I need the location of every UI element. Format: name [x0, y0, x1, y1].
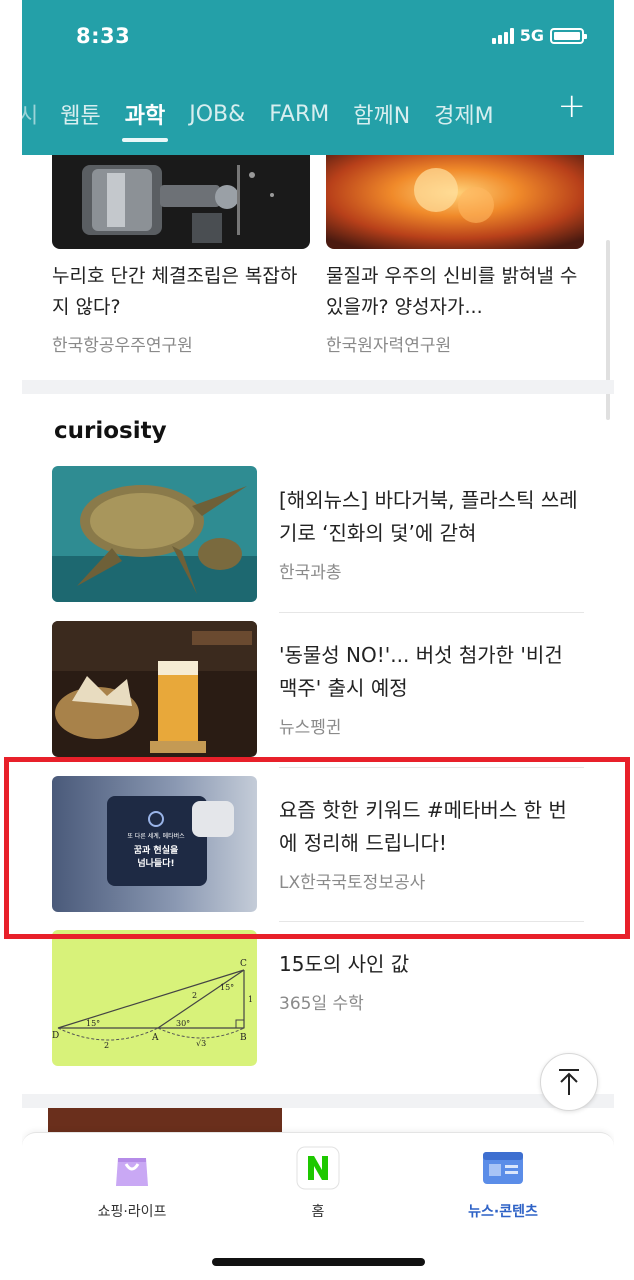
- top-card-title: 누리호 단간 체결조립은 복잡하지 않다?: [52, 265, 298, 318]
- label-b: B: [240, 1033, 247, 1043]
- label-c: C: [240, 959, 247, 969]
- tab-science[interactable]: 과학: [121, 98, 169, 142]
- tab-job[interactable]: JOB&: [189, 102, 245, 127]
- list-item-source: 365일 수학: [279, 994, 364, 1014]
- section-divider: [22, 1094, 614, 1108]
- list-separator: [279, 612, 584, 613]
- triangle-diagram-image: D A B C 15° 30° 15° 2 √3 2 1: [52, 930, 257, 1066]
- add-tab-button[interactable]: +: [558, 86, 587, 126]
- angle-c: 15°: [220, 983, 234, 992]
- sea-turtle-image: [52, 466, 257, 602]
- rocket-engine-image: [52, 155, 310, 249]
- scroll-to-top-button[interactable]: [540, 1053, 598, 1111]
- section-divider: [22, 380, 614, 394]
- top-card-rocket[interactable]: 누리호 단간 체결조립은 복잡하지 않다? 한국항공우주연구원: [52, 155, 310, 356]
- section-title: curiosity: [54, 418, 167, 444]
- phone-screen: 8:33 5G 시 웹툰 과학 JOB& FARM 함께N 경제M + 누리호 …: [22, 0, 614, 1280]
- label-d: D: [52, 1031, 59, 1041]
- tab-webtoon[interactable]: 웹툰: [60, 98, 100, 130]
- explosion-image: [326, 155, 584, 249]
- tab-together[interactable]: 함께N: [353, 98, 410, 130]
- signal-icon: [491, 27, 514, 44]
- label-a: A: [151, 1033, 159, 1043]
- top-card-proton[interactable]: 물질과 우주의 신비를 밝혀낼 수 있을까? 양성자가... 한국원자력연구원: [326, 155, 584, 356]
- nav-home[interactable]: 홈: [258, 1145, 378, 1221]
- category-tabs: 시 웹툰 과학 JOB& FARM 함께N 경제M: [22, 92, 614, 142]
- tab-partial[interactable]: 시: [22, 98, 38, 130]
- status-indicators: 5G: [491, 26, 587, 45]
- length-bc: 1: [248, 995, 253, 1004]
- nav-news[interactable]: 뉴스·콘텐츠: [443, 1145, 563, 1221]
- nav-label: 홈: [311, 1204, 325, 1220]
- list-item-text: 15도의 사인 값 365일 수학: [279, 948, 584, 1014]
- list-item-source: 한국과총: [279, 563, 342, 583]
- angle-d: 15°: [86, 1019, 100, 1028]
- nav-shopping[interactable]: 쇼핑·라이프: [72, 1145, 192, 1221]
- top-card-title: 물질과 우주의 신비를 밝혀낼 수 있을까? 양성자가...: [326, 265, 578, 318]
- next-section-image: [48, 1108, 282, 1132]
- length-ab: √3: [196, 1039, 206, 1048]
- tab-farm[interactable]: FARM: [269, 102, 329, 127]
- list-item-title: '동물성 NO!'... 버섯 첨가한 '비건 맥주' 출시 예정: [279, 643, 563, 700]
- status-time: 8:33: [76, 24, 131, 48]
- list-item-title: 15도의 사인 값: [279, 952, 410, 976]
- highlight-box: [4, 757, 630, 939]
- list-item-text: '동물성 NO!'... 버섯 첨가한 '비건 맥주' 출시 예정 뉴스펭귄: [279, 639, 584, 738]
- length-ac: 2: [192, 991, 197, 1000]
- beer-image: [52, 621, 257, 757]
- list-item[interactable]: '동물성 NO!'... 버섯 첨가한 '비건 맥주' 출시 예정 뉴스펭귄: [52, 621, 584, 757]
- tab-economy[interactable]: 경제M: [434, 98, 493, 130]
- battery-icon: [550, 27, 587, 44]
- shopping-bag-icon: [109, 1145, 155, 1191]
- naver-n-icon: [295, 1145, 341, 1191]
- angle-a: 30°: [176, 1019, 190, 1028]
- home-indicator: [212, 1258, 425, 1266]
- list-item-title: [해외뉴스] 바다거북, 플라스틱 쓰레기로 ‘진화의 덫’에 갇혀: [279, 488, 578, 545]
- network-type: 5G: [519, 26, 544, 45]
- list-item-text: [해외뉴스] 바다거북, 플라스틱 쓰레기로 ‘진화의 덫’에 갇혀 한국과총: [279, 484, 584, 583]
- list-item[interactable]: [해외뉴스] 바다거북, 플라스틱 쓰레기로 ‘진화의 덫’에 갇혀 한국과총: [52, 466, 584, 602]
- news-icon: [480, 1145, 526, 1191]
- list-item[interactable]: D A B C 15° 30° 15° 2 √3 2 1 15도의 사인 값 3…: [52, 930, 584, 1066]
- top-card-source: 한국원자력연구원: [326, 336, 452, 356]
- top-card-source: 한국항공우주연구원: [52, 336, 193, 356]
- arrow-up-icon: [559, 1069, 579, 1095]
- length-da: 2: [104, 1041, 109, 1050]
- nav-label: 뉴스·콘텐츠: [468, 1204, 538, 1220]
- list-item-source: 뉴스펭귄: [279, 718, 342, 738]
- app-header: 8:33 5G 시 웹툰 과학 JOB& FARM 함께N 경제M +: [22, 0, 614, 155]
- nav-label: 쇼핑·라이프: [97, 1204, 167, 1220]
- top-cards: 누리호 단간 체결조립은 복잡하지 않다? 한국항공우주연구원 물질과 우주의 …: [52, 155, 584, 380]
